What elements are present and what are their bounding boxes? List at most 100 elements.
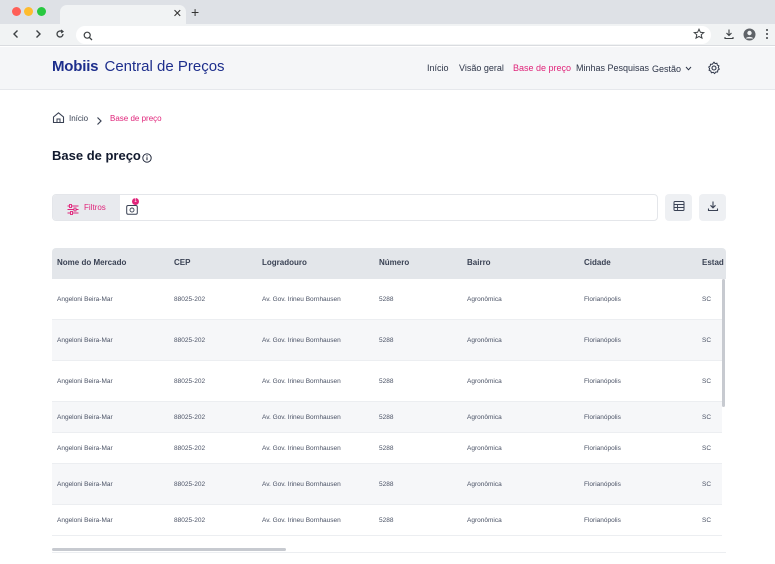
table-cell: 88025-202 <box>174 336 206 344</box>
reload-icon[interactable] <box>52 26 68 42</box>
table-row[interactable]: Angeloni Beira-Mar 88025-202 Av. Gov. Irin… <box>52 402 722 433</box>
chevron-right-icon <box>95 113 103 131</box>
table-cell: 88025-202 <box>174 444 206 452</box>
table-cell: Av. Gov. Irineu Bornhausen <box>262 480 341 488</box>
table-cell: Angeloni Beira-Mar <box>57 377 113 385</box>
table-cell: Av. Gov. Irineu Bornhausen <box>262 336 341 344</box>
table-cell: 5288 <box>379 336 394 344</box>
home-icon[interactable] <box>52 111 65 124</box>
table-header: Nome do Mercado CEP Logradouro Número Ba… <box>52 248 726 279</box>
window-close-button[interactable] <box>12 7 21 16</box>
vertical-scrollbar[interactable] <box>722 279 725 407</box>
app-logo[interactable]: Mobiis Central de Preços <box>52 58 225 76</box>
table-cell: Agronômica <box>467 480 502 488</box>
table-cell: Agronômica <box>467 413 502 421</box>
table-cell: SC <box>702 516 712 524</box>
table-cell: 88025-202 <box>174 295 206 303</box>
gear-icon[interactable] <box>707 61 721 75</box>
filter-count-badge: 1 <box>132 198 139 205</box>
nav-gestao-label: Gestão <box>652 64 682 74</box>
table-cell: 88025-202 <box>174 480 206 488</box>
price-table: Nome do Mercado CEP Logradouro Número Ba… <box>52 248 726 550</box>
table-cell: Angeloni Beira-Mar <box>57 336 113 344</box>
app-header: Mobiis Central de Preços Início Visão ge… <box>0 47 775 90</box>
table-cell: SC <box>702 444 712 452</box>
table-cell: 88025-202 <box>174 413 206 421</box>
table-cell: Florianópolis <box>584 377 621 385</box>
table-cell: 5288 <box>379 444 394 452</box>
table-row[interactable]: Angeloni Beira-Mar 88025-202 Av. Gov. Irin… <box>52 279 722 320</box>
column-header[interactable]: Cidade <box>584 258 611 267</box>
browser-menu-icon[interactable] <box>759 26 775 42</box>
breadcrumb-inicio[interactable]: Início <box>69 114 88 123</box>
browser-toolbar <box>0 24 775 46</box>
table-cell: SC <box>702 336 712 344</box>
search-icon <box>83 28 93 46</box>
column-header[interactable]: Número <box>379 258 409 267</box>
table-row[interactable]: Angeloni Beira-Mar 88025-202 Av. Gov. Irin… <box>52 361 722 402</box>
nav-visao-geral[interactable]: Visão geral <box>459 62 504 74</box>
table-cell: 5288 <box>379 295 394 303</box>
download-icon[interactable] <box>721 26 737 42</box>
browser-tab-bar: ✕ + <box>0 0 775 24</box>
window-maximize-button[interactable] <box>37 7 46 16</box>
back-icon[interactable] <box>8 26 24 42</box>
table-cell: SC <box>702 413 712 421</box>
table-cell: Agronômica <box>467 444 502 452</box>
nav-gestao[interactable]: Gestão <box>652 62 692 75</box>
sliders-icon <box>67 202 79 220</box>
table-cell: 88025-202 <box>174 377 206 385</box>
table-cell: Angeloni Beira-Mar <box>57 444 113 452</box>
profile-avatar-icon[interactable] <box>741 26 757 42</box>
table-cell: Av. Gov. Irineu Bornhausen <box>262 295 341 303</box>
table-cell: Av. Gov. Irineu Bornhausen <box>262 516 341 524</box>
table-cell: Av. Gov. Irineu Bornhausen <box>262 413 341 421</box>
table-cell: 5288 <box>379 413 394 421</box>
table-cell: Agronômica <box>467 336 502 344</box>
column-header[interactable]: CEP <box>174 258 190 267</box>
column-header[interactable]: Logradouro <box>262 258 307 267</box>
download-icon <box>707 199 719 217</box>
column-header[interactable]: Nome do Mercado <box>57 258 126 267</box>
nav-minhas-pesquisas[interactable]: Minhas Pesquisas <box>576 62 649 74</box>
nav-base-de-preco[interactable]: Base de preço <box>513 62 571 74</box>
table-cell: Av. Gov. Irineu Bornhausen <box>262 444 341 452</box>
table-cell: SC <box>702 377 712 385</box>
column-header[interactable]: Bairro <box>467 258 491 267</box>
filter-bar[interactable]: Filtros 1 <box>52 194 658 221</box>
table-row[interactable]: Angeloni Beira-Mar 88025-202 Av. Gov. Irin… <box>52 320 722 361</box>
table-cell: Florianópolis <box>584 295 621 303</box>
table-cell: SC <box>702 480 712 488</box>
table-cell: Florianópolis <box>584 444 621 452</box>
filters-button[interactable]: Filtros <box>53 195 120 220</box>
column-header[interactable]: Estad <box>702 258 724 267</box>
table-cell: Angeloni Beira-Mar <box>57 413 113 421</box>
table-cell: Angeloni Beira-Mar <box>57 516 113 524</box>
browser-tab[interactable]: ✕ <box>60 5 186 24</box>
table-cell: Angeloni Beira-Mar <box>57 295 113 303</box>
table-cell: Angeloni Beira-Mar <box>57 480 113 488</box>
info-icon[interactable] <box>142 150 152 163</box>
breadcrumb-current: Base de preço <box>110 114 162 123</box>
forward-icon[interactable] <box>30 26 46 42</box>
table-row[interactable]: Angeloni Beira-Mar 88025-202 Av. Gov. Irin… <box>52 505 722 536</box>
new-tab-icon[interactable]: + <box>191 4 199 20</box>
horizontal-scrollbar[interactable] <box>52 548 286 551</box>
page-title: Base de preço <box>52 148 141 163</box>
table-cell: SC <box>702 295 712 303</box>
nav-inicio[interactable]: Início <box>427 62 449 74</box>
brand-name: Mobiis <box>52 58 99 75</box>
table-cell: Florianópolis <box>584 413 621 421</box>
export-button[interactable] <box>699 194 726 221</box>
bookmark-star-icon[interactable] <box>692 27 706 45</box>
table-row[interactable]: Angeloni Beira-Mar 88025-202 Av. Gov. Irin… <box>52 464 722 505</box>
window-minimize-button[interactable] <box>24 7 33 16</box>
table-cell: Agronômica <box>467 516 502 524</box>
table-row[interactable]: Angeloni Beira-Mar 88025-202 Av. Gov. Irin… <box>52 433 722 464</box>
chevron-down-icon <box>685 62 692 74</box>
tab-close-icon[interactable]: ✕ <box>173 7 182 21</box>
address-bar[interactable] <box>76 26 711 44</box>
columns-view-button[interactable] <box>665 194 692 221</box>
table-cell: 5288 <box>379 480 394 488</box>
table-cell: Florianópolis <box>584 516 621 524</box>
